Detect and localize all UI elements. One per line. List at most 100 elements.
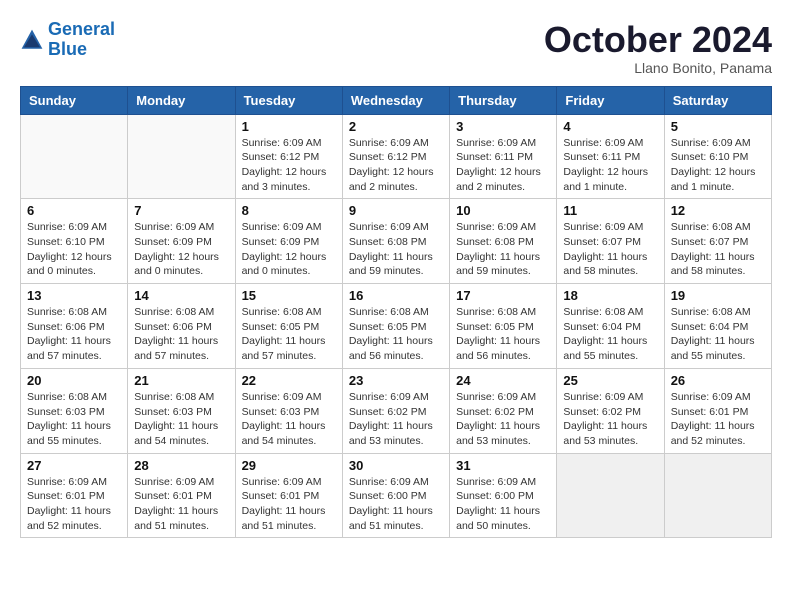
- cell-content: Sunrise: 6:08 AM Sunset: 6:06 PM Dayligh…: [134, 305, 228, 364]
- cell-content: Sunrise: 6:08 AM Sunset: 6:04 PM Dayligh…: [671, 305, 765, 364]
- cell-content: Sunrise: 6:09 AM Sunset: 6:12 PM Dayligh…: [349, 136, 443, 195]
- calendar-cell: 21 Sunrise: 6:08 AM Sunset: 6:03 PM Dayli…: [128, 368, 235, 453]
- logo-text: General Blue: [48, 20, 115, 60]
- cell-content: Sunrise: 6:09 AM Sunset: 6:11 PM Dayligh…: [563, 136, 657, 195]
- cell-content: Sunrise: 6:08 AM Sunset: 6:04 PM Dayligh…: [563, 305, 657, 364]
- cell-content: Sunrise: 6:09 AM Sunset: 6:07 PM Dayligh…: [563, 220, 657, 279]
- cell-content: Sunrise: 6:09 AM Sunset: 6:02 PM Dayligh…: [456, 390, 550, 449]
- calendar-cell: 9 Sunrise: 6:09 AM Sunset: 6:08 PM Daylig…: [342, 199, 449, 284]
- cell-content: Sunrise: 6:09 AM Sunset: 6:02 PM Dayligh…: [349, 390, 443, 449]
- calendar-cell: 29 Sunrise: 6:09 AM Sunset: 6:01 PM Dayli…: [235, 453, 342, 538]
- cell-content: Sunrise: 6:08 AM Sunset: 6:05 PM Dayligh…: [242, 305, 336, 364]
- title-area: October 2024 Llano Bonito, Panama: [544, 20, 772, 76]
- day-number: 21: [134, 373, 228, 388]
- calendar-cell: [557, 453, 664, 538]
- calendar-week-row: 13 Sunrise: 6:08 AM Sunset: 6:06 PM Dayli…: [21, 284, 772, 369]
- day-number: 3: [456, 119, 550, 134]
- day-number: 6: [27, 203, 121, 218]
- day-number: 8: [242, 203, 336, 218]
- calendar-cell: 8Sunrise: 6:09 AM Sunset: 6:09 PM Daylig…: [235, 199, 342, 284]
- day-number: 14: [134, 288, 228, 303]
- page-header: General Blue October 2024 Llano Bonito, …: [20, 20, 772, 76]
- cell-content: Sunrise: 6:08 AM Sunset: 6:06 PM Dayligh…: [27, 305, 121, 364]
- cell-content: Sunrise: 6:08 AM Sunset: 6:05 PM Dayligh…: [349, 305, 443, 364]
- day-number: 31: [456, 458, 550, 473]
- calendar-cell: 27 Sunrise: 6:09 AM Sunset: 6:01 PM Dayli…: [21, 453, 128, 538]
- calendar-cell: 12 Sunrise: 6:08 AM Sunset: 6:07 PM Dayli…: [664, 199, 771, 284]
- day-number: 26: [671, 373, 765, 388]
- calendar-table: SundayMondayTuesdayWednesdayThursdayFrid…: [20, 86, 772, 539]
- weekday-header: Thursday: [450, 86, 557, 114]
- cell-content: Sunrise: 6:09 AM Sunset: 6:10 PM Dayligh…: [671, 136, 765, 195]
- weekday-header: Sunday: [21, 86, 128, 114]
- day-number: 27: [27, 458, 121, 473]
- cell-content: Sunrise: 6:09 AM Sunset: 6:08 PM Dayligh…: [456, 220, 550, 279]
- calendar-cell: 15 Sunrise: 6:08 AM Sunset: 6:05 PM Dayli…: [235, 284, 342, 369]
- cell-content: Sunrise: 6:08 AM Sunset: 6:03 PM Dayligh…: [27, 390, 121, 449]
- cell-content: Sunrise: 6:09 AM Sunset: 6:10 PM Dayligh…: [27, 220, 121, 279]
- cell-content: Sunrise: 6:09 AM Sunset: 6:01 PM Dayligh…: [242, 475, 336, 534]
- calendar-cell: [21, 114, 128, 199]
- day-number: 9: [349, 203, 443, 218]
- month-title: October 2024: [544, 20, 772, 60]
- day-number: 28: [134, 458, 228, 473]
- calendar-cell: 22 Sunrise: 6:09 AM Sunset: 6:03 PM Dayli…: [235, 368, 342, 453]
- day-number: 2: [349, 119, 443, 134]
- weekday-header: Friday: [557, 86, 664, 114]
- day-number: 18: [563, 288, 657, 303]
- calendar-cell: 23 Sunrise: 6:09 AM Sunset: 6:02 PM Dayli…: [342, 368, 449, 453]
- day-number: 12: [671, 203, 765, 218]
- calendar-week-row: 6 Sunrise: 6:09 AM Sunset: 6:10 PM Daylig…: [21, 199, 772, 284]
- cell-content: Sunrise: 6:09 AM Sunset: 6:00 PM Dayligh…: [349, 475, 443, 534]
- day-number: 22: [242, 373, 336, 388]
- cell-content: Sunrise: 6:09 AM Sunset: 6:00 PM Dayligh…: [456, 475, 550, 534]
- cell-content: Sunrise: 6:09 AM Sunset: 6:01 PM Dayligh…: [134, 475, 228, 534]
- day-number: 25: [563, 373, 657, 388]
- calendar-cell: [664, 453, 771, 538]
- cell-content: Sunrise: 6:09 AM Sunset: 6:08 PM Dayligh…: [349, 220, 443, 279]
- calendar-cell: 25 Sunrise: 6:09 AM Sunset: 6:02 PM Dayli…: [557, 368, 664, 453]
- calendar-cell: 5Sunrise: 6:09 AM Sunset: 6:10 PM Daylig…: [664, 114, 771, 199]
- calendar-cell: 30 Sunrise: 6:09 AM Sunset: 6:00 PM Dayli…: [342, 453, 449, 538]
- location: Llano Bonito, Panama: [544, 60, 772, 76]
- calendar-week-row: 27 Sunrise: 6:09 AM Sunset: 6:01 PM Dayli…: [21, 453, 772, 538]
- calendar-week-row: 1Sunrise: 6:09 AM Sunset: 6:12 PM Daylig…: [21, 114, 772, 199]
- day-number: 23: [349, 373, 443, 388]
- day-number: 17: [456, 288, 550, 303]
- day-number: 4: [563, 119, 657, 134]
- cell-content: Sunrise: 6:09 AM Sunset: 6:03 PM Dayligh…: [242, 390, 336, 449]
- calendar-cell: 10Sunrise: 6:09 AM Sunset: 6:08 PM Dayli…: [450, 199, 557, 284]
- calendar-cell: 4 Sunrise: 6:09 AM Sunset: 6:11 PM Daylig…: [557, 114, 664, 199]
- calendar-header-row: SundayMondayTuesdayWednesdayThursdayFrid…: [21, 86, 772, 114]
- cell-content: Sunrise: 6:09 AM Sunset: 6:01 PM Dayligh…: [27, 475, 121, 534]
- logo-line1: General: [48, 19, 115, 39]
- calendar-cell: 19Sunrise: 6:08 AM Sunset: 6:04 PM Dayli…: [664, 284, 771, 369]
- weekday-header: Monday: [128, 86, 235, 114]
- logo: General Blue: [20, 20, 115, 60]
- calendar-cell: 17 Sunrise: 6:08 AM Sunset: 6:05 PM Dayli…: [450, 284, 557, 369]
- calendar-cell: 1Sunrise: 6:09 AM Sunset: 6:12 PM Daylig…: [235, 114, 342, 199]
- calendar-cell: 31 Sunrise: 6:09 AM Sunset: 6:00 PM Dayli…: [450, 453, 557, 538]
- calendar-cell: 28 Sunrise: 6:09 AM Sunset: 6:01 PM Dayli…: [128, 453, 235, 538]
- day-number: 13: [27, 288, 121, 303]
- calendar-cell: 18 Sunrise: 6:08 AM Sunset: 6:04 PM Dayli…: [557, 284, 664, 369]
- cell-content: Sunrise: 6:09 AM Sunset: 6:01 PM Dayligh…: [671, 390, 765, 449]
- day-number: 29: [242, 458, 336, 473]
- day-number: 30: [349, 458, 443, 473]
- calendar-cell: 26 Sunrise: 6:09 AM Sunset: 6:01 PM Dayli…: [664, 368, 771, 453]
- cell-content: Sunrise: 6:09 AM Sunset: 6:02 PM Dayligh…: [563, 390, 657, 449]
- cell-content: Sunrise: 6:08 AM Sunset: 6:07 PM Dayligh…: [671, 220, 765, 279]
- calendar-cell: 13 Sunrise: 6:08 AM Sunset: 6:06 PM Dayli…: [21, 284, 128, 369]
- calendar-cell: 24Sunrise: 6:09 AM Sunset: 6:02 PM Dayli…: [450, 368, 557, 453]
- logo-line2: Blue: [48, 39, 87, 59]
- calendar-cell: 20Sunrise: 6:08 AM Sunset: 6:03 PM Dayli…: [21, 368, 128, 453]
- cell-content: Sunrise: 6:08 AM Sunset: 6:05 PM Dayligh…: [456, 305, 550, 364]
- day-number: 15: [242, 288, 336, 303]
- calendar-cell: 2 Sunrise: 6:09 AM Sunset: 6:12 PM Daylig…: [342, 114, 449, 199]
- logo-icon: [20, 28, 44, 52]
- calendar-cell: 6 Sunrise: 6:09 AM Sunset: 6:10 PM Daylig…: [21, 199, 128, 284]
- day-number: 16: [349, 288, 443, 303]
- weekday-header: Tuesday: [235, 86, 342, 114]
- cell-content: Sunrise: 6:08 AM Sunset: 6:03 PM Dayligh…: [134, 390, 228, 449]
- day-number: 7: [134, 203, 228, 218]
